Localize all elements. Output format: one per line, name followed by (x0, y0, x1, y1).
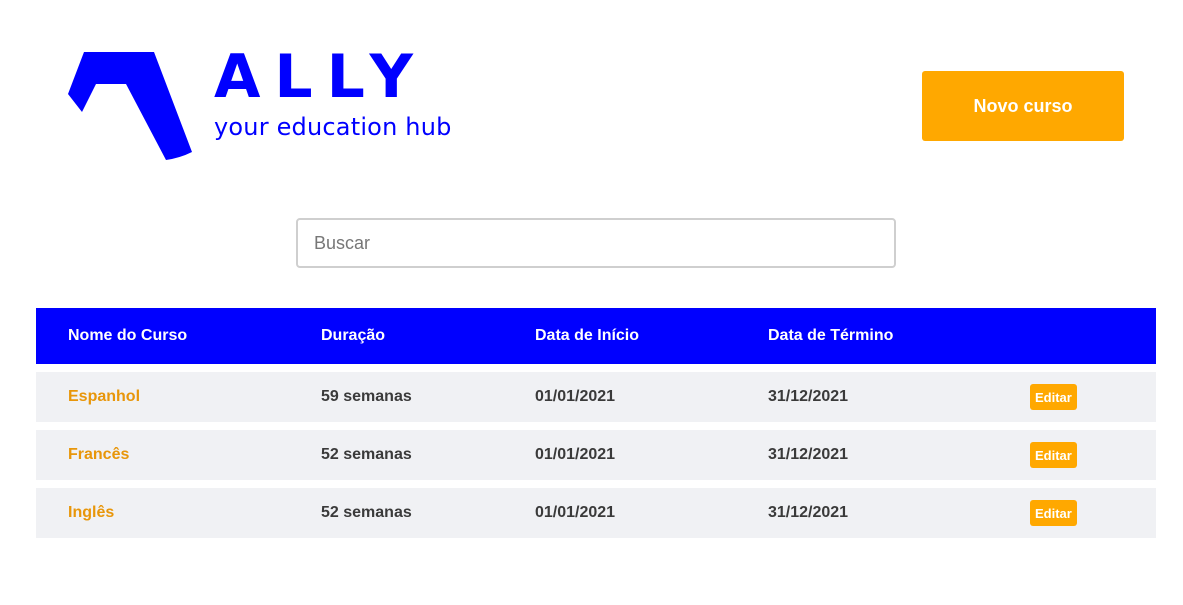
end-date-cell: 31/12/2021 (768, 504, 849, 521)
edit-button[interactable]: Editar (1030, 500, 1077, 526)
page: ALLY your education hub Novo curso Nome … (0, 0, 1183, 605)
duration-cell: 52 semanas (321, 446, 412, 463)
start-date-cell: 01/01/2021 (535, 446, 616, 463)
course-name-cell: Espanhol (68, 388, 141, 405)
edit-button[interactable]: Editar (1030, 442, 1077, 468)
table-header: Nome do Curso Duração Data de Início Dat… (36, 308, 1156, 364)
column-header-course-name: Nome do Curso (68, 327, 188, 344)
ally-logo-mark-icon (68, 52, 192, 160)
column-header-duration: Duração (321, 327, 386, 344)
table-row: Inglês 52 semanas 01/01/2021 31/12/2021 … (36, 488, 1156, 538)
table-row: Espanhol 59 semanas 01/01/2021 31/12/202… (36, 372, 1156, 422)
end-date-cell: 31/12/2021 (768, 446, 849, 463)
new-course-button[interactable]: Novo curso (922, 71, 1124, 141)
courses-table: Nome do Curso Duração Data de Início Dat… (36, 308, 1156, 546)
start-date-cell: 01/01/2021 (535, 504, 616, 521)
end-date-cell: 31/12/2021 (768, 388, 849, 405)
duration-cell: 59 semanas (321, 388, 412, 405)
edit-button[interactable]: Editar (1030, 384, 1077, 410)
table-row: Francês 52 semanas 01/01/2021 31/12/2021… (36, 430, 1156, 480)
brand-name: ALLY (214, 42, 428, 112)
start-date-cell: 01/01/2021 (535, 388, 616, 405)
column-header-start-date: Data de Início (535, 327, 640, 344)
ally-logo: ALLY your education hub (68, 46, 488, 165)
column-header-end-date: Data de Término (768, 327, 894, 344)
course-name-cell: Inglês (68, 504, 115, 521)
brand-tagline: your education hub (214, 113, 452, 141)
duration-cell: 52 semanas (321, 504, 412, 521)
course-name-cell: Francês (68, 446, 130, 463)
search-input[interactable] (296, 218, 896, 268)
